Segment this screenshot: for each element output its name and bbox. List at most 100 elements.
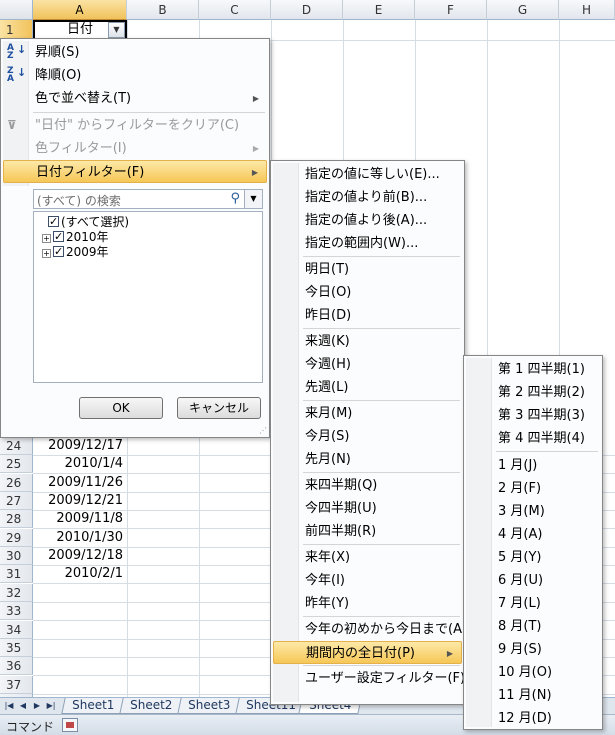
checkbox-checked-icon[interactable] [48,214,59,229]
date-filter-option[interactable]: 前四半期(R) [273,520,462,543]
cell-value[interactable] [33,584,127,602]
period-option[interactable]: 1 月(J) [466,454,600,477]
column-header-a[interactable]: A [33,0,127,20]
period-option[interactable]: 4 月(A) [466,523,600,546]
next-sheet-icon[interactable]: ▶ [31,699,43,713]
macro-record-icon[interactable] [62,718,78,732]
first-sheet-icon[interactable]: |◀ [3,699,15,713]
cell-value[interactable] [33,602,127,620]
ok-button[interactable]: OK [79,397,163,419]
resize-grip-icon[interactable]: ⋰ [259,426,267,435]
date-filter-option[interactable]: 指定の値に等しい(E)... [273,163,462,186]
period-option[interactable]: 第 1 四半期(1) [466,358,600,381]
date-filter-option[interactable]: 明日(T) [273,258,462,281]
column-header-c[interactable]: C [199,0,271,20]
row-header[interactable]: 37 [0,676,33,694]
period-option[interactable]: 10 月(O) [466,661,600,684]
tree-node-2009[interactable]: +2009年 [42,244,109,260]
expand-icon[interactable]: + [42,234,51,243]
period-option[interactable]: 9 月(S) [466,638,600,661]
cell-value[interactable]: 2009/12/18 [33,547,127,565]
checkbox-checked-icon[interactable] [53,244,64,259]
cell-value[interactable]: 2009/11/8 [33,510,127,528]
date-filter-option[interactable]: 期間内の全日付(P) ▶ [273,641,462,664]
cell-value[interactable] [33,657,127,675]
column-header-d[interactable]: D [271,0,343,20]
date-filter-option[interactable]: 今四半期(U) [273,497,462,520]
sheet-tab-sheet1[interactable]: Sheet1 [61,698,126,714]
cell-value[interactable]: 2010/2/1 [33,565,127,583]
row-header[interactable]: 35 [0,639,33,657]
row-header[interactable]: 27 [0,492,33,510]
date-filter-option[interactable]: 今月(S) [273,425,462,448]
column-header-g[interactable]: G [487,0,559,20]
sheet-tab-sheet2[interactable]: Sheet2 [119,698,184,714]
select-all-corner[interactable] [0,0,33,20]
period-option[interactable]: 11 月(N) [466,684,600,707]
row-header[interactable]: 30 [0,547,33,565]
filter-search-box[interactable]: (すべて) の検索 ⚲ ▼ [33,189,263,209]
period-option[interactable]: 第 2 四半期(2) [466,381,600,404]
date-filter-option[interactable]: 指定の範囲内(W)... [273,232,462,255]
date-filter-option[interactable]: 今週(H) [273,353,462,376]
last-sheet-icon[interactable]: ▶| [45,699,57,713]
tree-node-select-all[interactable]: (すべて選択) [48,214,129,230]
row-header[interactable]: 26 [0,474,33,492]
date-filter-option[interactable]: 今日(O) [273,281,462,304]
clear-filter-item[interactable]: ⊽ "日付" からフィルターをクリア(C) [3,114,267,137]
row-header[interactable]: 25 [0,455,33,473]
period-option[interactable]: 第 3 四半期(3) [466,404,600,427]
cell-value[interactable] [33,676,127,694]
row-header[interactable]: 34 [0,621,33,639]
date-filter-option[interactable]: 指定の値より前(B)... [273,186,462,209]
sort-descending-item[interactable]: Z A ↓ 降順(O) [3,64,267,87]
sheet-tab-sheet3[interactable]: Sheet3 [177,698,242,714]
date-filter-option[interactable]: 今年の初めから今日まで(A) [273,618,467,641]
date-filter-option[interactable]: 来週(K) [273,330,462,353]
period-option[interactable]: 3 月(M) [466,500,600,523]
cell-value[interactable]: 2009/12/17 [33,437,127,455]
date-filter-option[interactable]: 先月(N) [273,448,462,471]
period-option[interactable]: 7 月(L) [466,592,600,615]
period-option[interactable]: 2 月(F) [466,477,600,500]
cell-value[interactable]: 2009/11/26 [33,474,127,492]
column-header-e[interactable]: E [343,0,415,20]
column-header-b[interactable]: B [127,0,199,20]
search-icon[interactable]: ⚲ [230,191,240,206]
cell-value[interactable] [33,639,127,657]
expand-icon[interactable]: + [42,249,51,258]
date-filter-option[interactable]: 昨年(Y) [273,592,462,615]
date-filter-option[interactable]: 来四半期(Q) [273,474,462,497]
cell-value[interactable]: 2009/12/21 [33,492,127,510]
column-header-h[interactable]: H [559,0,615,20]
date-filter-option[interactable]: ユーザー設定フィルター(F)... [273,667,478,690]
row-header-1[interactable]: 1 [0,20,33,40]
date-filter-option[interactable]: 今年(I) [273,569,462,592]
checkbox-checked-icon[interactable] [53,229,64,244]
tree-node-2010[interactable]: +2010年 [42,229,109,245]
cell-value[interactable]: 2010/1/30 [33,529,127,547]
sort-by-color-item[interactable]: 色で並べ替え(T) ▶ [3,87,267,110]
sort-ascending-item[interactable]: A Z ↓ 昇順(S) [3,41,267,64]
prev-sheet-icon[interactable]: ◀ [17,699,29,713]
period-option[interactable]: 第 4 四半期(4) [466,427,600,450]
date-filter-option[interactable]: 来月(M) [273,402,462,425]
row-header[interactable]: 32 [0,584,33,602]
search-options-dropdown-icon[interactable]: ▼ [244,190,262,208]
cell-value[interactable]: 2010/1/4 [33,455,127,473]
row-header[interactable]: 33 [0,602,33,620]
date-filter-option[interactable]: 来年(X) [273,546,462,569]
row-header[interactable]: 29 [0,529,33,547]
color-filter-item[interactable]: 色フィルター(I) ▶ [3,137,267,160]
row-header[interactable]: 28 [0,510,33,528]
date-filter-option[interactable]: 指定の値より後(A)... [273,209,462,232]
row-header[interactable]: 31 [0,565,33,583]
period-option[interactable]: 5 月(Y) [466,546,600,569]
period-option[interactable]: 12 月(D) [466,707,600,730]
column-header-f[interactable]: F [415,0,487,20]
autofilter-dropdown-button[interactable]: ▼ [108,22,125,38]
period-option[interactable]: 8 月(T) [466,615,600,638]
date-filter-item[interactable]: 日付フィルター(F) ▶ [3,160,267,183]
cancel-button[interactable]: キャンセル [177,397,261,419]
date-filter-option[interactable]: 昨日(D) [273,304,462,327]
